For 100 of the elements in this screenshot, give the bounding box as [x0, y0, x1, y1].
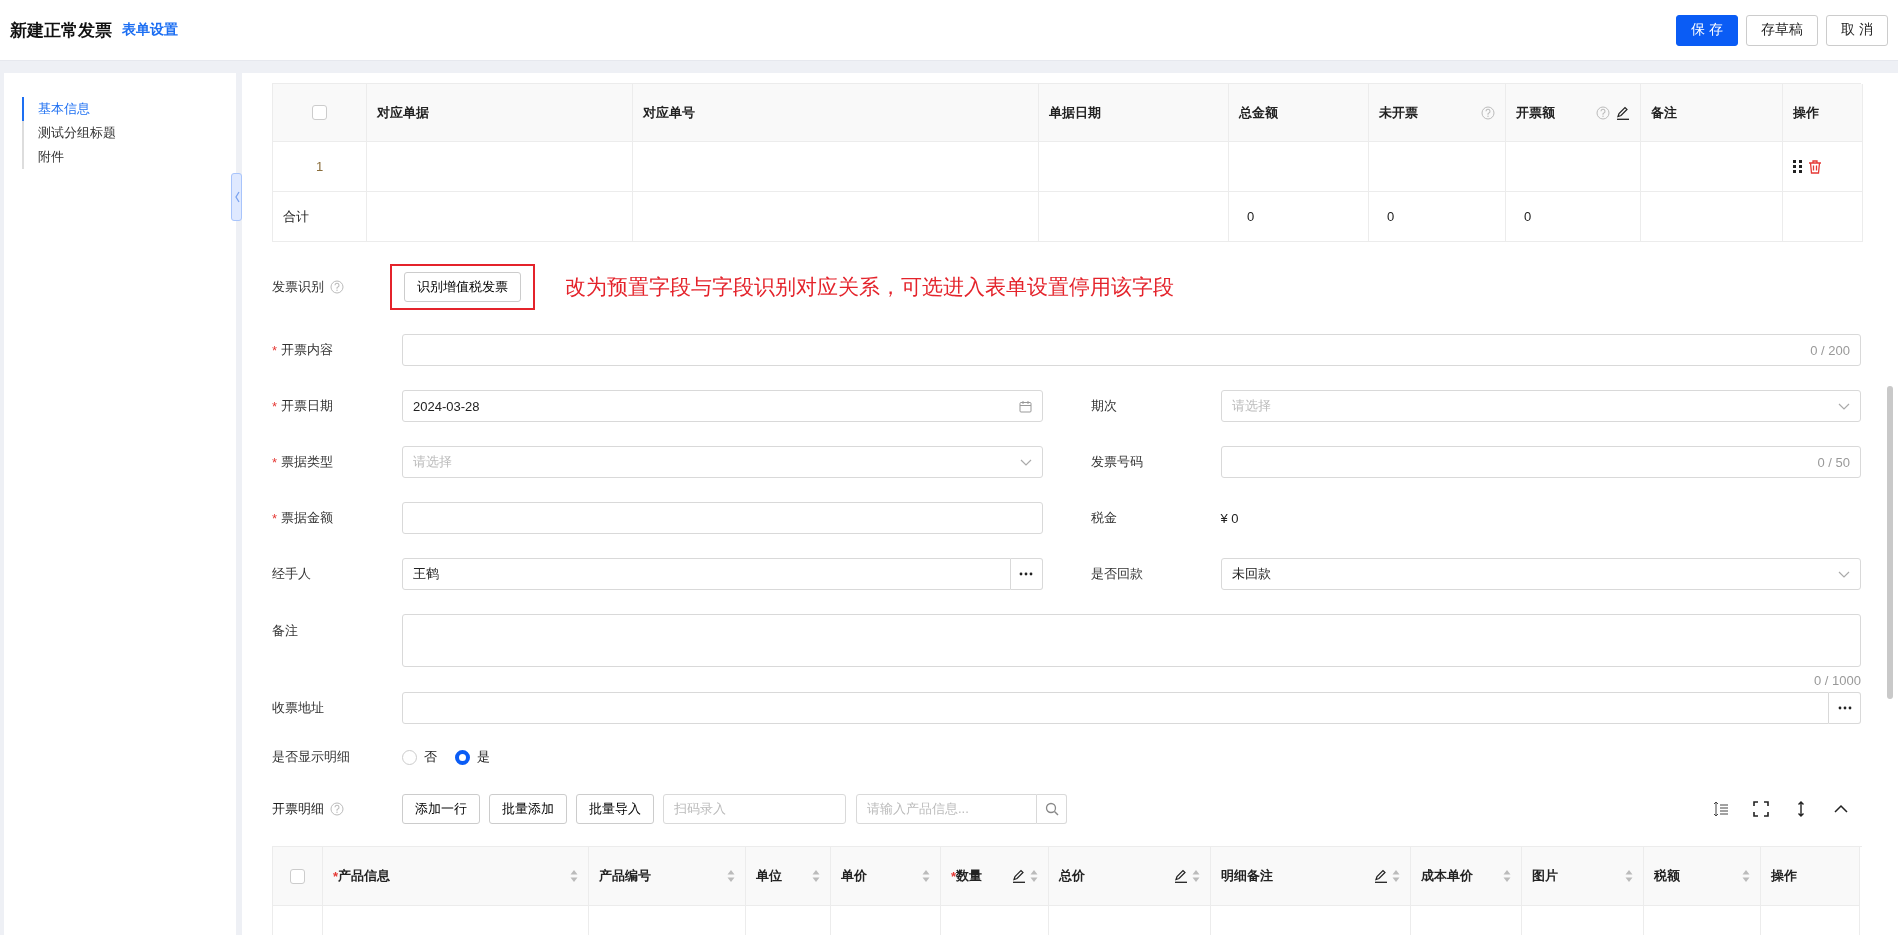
- required-mark: *: [272, 398, 278, 414]
- column-header: 总金额: [1239, 103, 1279, 122]
- collapse-handle[interactable]: [231, 173, 242, 221]
- field-label: 税金: [1090, 509, 1117, 527]
- trash-icon: [1808, 159, 1822, 174]
- table-cell: 0: [1506, 192, 1641, 242]
- field-label: 经手人: [272, 565, 311, 583]
- toolbar-button[interactable]: 批量导入: [576, 794, 654, 824]
- required-mark: *: [272, 510, 278, 526]
- line-height-icon[interactable]: [1713, 801, 1729, 817]
- field-value: ¥ 0: [1220, 510, 1239, 526]
- radio-label[interactable]: 否: [424, 748, 437, 766]
- chevron-down-icon: [1019, 458, 1032, 466]
- sort-icon: [1503, 869, 1511, 883]
- char-counter: 0 / 1000: [1814, 673, 1861, 688]
- select-all-checkbox[interactable]: [290, 868, 305, 884]
- fullscreen-icon[interactable]: [1753, 801, 1769, 817]
- total-label: 合计: [273, 192, 367, 242]
- column-header: 图片: [1532, 867, 1559, 885]
- sidebar-item[interactable]: 基本信息: [22, 97, 236, 121]
- field-label: 发票号码: [1090, 453, 1143, 471]
- more-button[interactable]: [1829, 692, 1861, 724]
- select-all-checkbox[interactable]: [312, 105, 327, 120]
- column-header: 明细备注: [1221, 867, 1274, 885]
- column-header: 备注: [1651, 103, 1678, 122]
- chevron-down-icon: [1838, 570, 1850, 578]
- required-mark: *: [333, 868, 339, 884]
- field-label: 开票日期: [281, 397, 334, 415]
- column-header: 成本单价: [1421, 867, 1474, 885]
- required-mark: *: [272, 454, 278, 470]
- chevron-up-icon[interactable]: [1834, 804, 1848, 814]
- field-label: 收票地址: [272, 699, 324, 717]
- help-icon: [1481, 105, 1495, 120]
- column-header: 产品信息: [338, 867, 392, 885]
- sidebar-item[interactable]: 测试分组标题: [22, 121, 236, 145]
- more-icon: [1837, 706, 1852, 710]
- sort-icon: [727, 869, 735, 883]
- field-label: 票据类型: [281, 453, 334, 471]
- expand-vertical-icon[interactable]: [1797, 801, 1805, 817]
- search-icon: [1044, 802, 1059, 816]
- column-header: 开票额: [1516, 103, 1556, 122]
- table-cell: 0: [1229, 192, 1369, 242]
- field-label: 是否显示明细: [272, 748, 350, 766]
- sidebar-item[interactable]: 附件: [22, 145, 236, 169]
- recognize-invoice-button[interactable]: 识别增值税发票: [404, 272, 521, 302]
- edit-icon: [1012, 869, 1026, 883]
- column-header: 对应单据: [377, 103, 430, 122]
- column-header: 总价: [1059, 867, 1086, 885]
- column-header: 未开票: [1379, 103, 1419, 122]
- drag-handle-icon: [1793, 160, 1802, 173]
- toolbar-button[interactable]: 添加一行: [402, 794, 480, 824]
- chevron-left-icon: [233, 191, 240, 203]
- sort-icon: [1030, 869, 1038, 883]
- form-settings-link[interactable]: 表单设置: [122, 21, 178, 39]
- page-title: 新建正常发票: [10, 19, 112, 42]
- action-button[interactable]: 存草稿: [1746, 14, 1819, 46]
- column-header: 对应单号: [643, 103, 696, 122]
- action-button[interactable]: 取 消: [1826, 14, 1888, 46]
- save-button[interactable]: 保 存: [1676, 14, 1739, 46]
- calendar-icon: [1018, 399, 1032, 413]
- chevron-down-icon: [1838, 402, 1850, 410]
- column-header: 单据日期: [1049, 103, 1102, 122]
- field-label: 发票识别: [272, 278, 324, 296]
- required-mark: *: [272, 342, 278, 358]
- field-label: 备注: [272, 622, 298, 640]
- radio-button[interactable]: [455, 749, 470, 765]
- field-label: 票据金额: [281, 509, 334, 527]
- more-icon: [1019, 572, 1033, 576]
- edit-icon: [1174, 869, 1188, 883]
- more-button[interactable]: [1010, 558, 1043, 590]
- row-number: 1: [273, 142, 367, 192]
- scrollbar-thumb[interactable]: [1887, 386, 1893, 699]
- help-icon: [1596, 105, 1610, 120]
- column-header: 单价: [841, 867, 868, 885]
- sort-icon: [1625, 869, 1633, 883]
- radio-label[interactable]: 是: [477, 748, 490, 766]
- search-button[interactable]: [1037, 794, 1067, 824]
- section-label: 开票明细: [272, 800, 324, 818]
- sort-icon: [1392, 869, 1400, 883]
- column-header: 数量: [956, 867, 984, 885]
- column-header: 操作: [1793, 103, 1820, 122]
- column-header: 产品编号: [599, 867, 652, 885]
- select-field[interactable]: 未回款: [1220, 558, 1861, 590]
- column-header: 单位: [756, 867, 783, 885]
- picker-field[interactable]: [402, 692, 1829, 724]
- toolbar-button[interactable]: 批量添加: [489, 794, 567, 824]
- required-mark: *: [951, 868, 957, 884]
- sort-icon: [922, 869, 930, 883]
- sort-icon: [1742, 869, 1750, 883]
- table-cell: 0: [1369, 192, 1506, 242]
- annotation-note: 改为预置字段与字段识别对应关系，可选进入表单设置停用该字段: [565, 274, 1174, 301]
- textarea-field[interactable]: [402, 614, 1861, 667]
- sort-icon: [1192, 869, 1200, 883]
- field-label: 期次: [1090, 397, 1117, 415]
- sort-icon: [570, 869, 578, 883]
- date-field[interactable]: 2024-03-28: [402, 390, 1043, 422]
- column-header: 操作: [1771, 867, 1798, 885]
- sort-icon: [812, 869, 820, 883]
- text-field[interactable]: [402, 502, 1043, 534]
- picker-field[interactable]: 王鹤: [402, 558, 1011, 590]
